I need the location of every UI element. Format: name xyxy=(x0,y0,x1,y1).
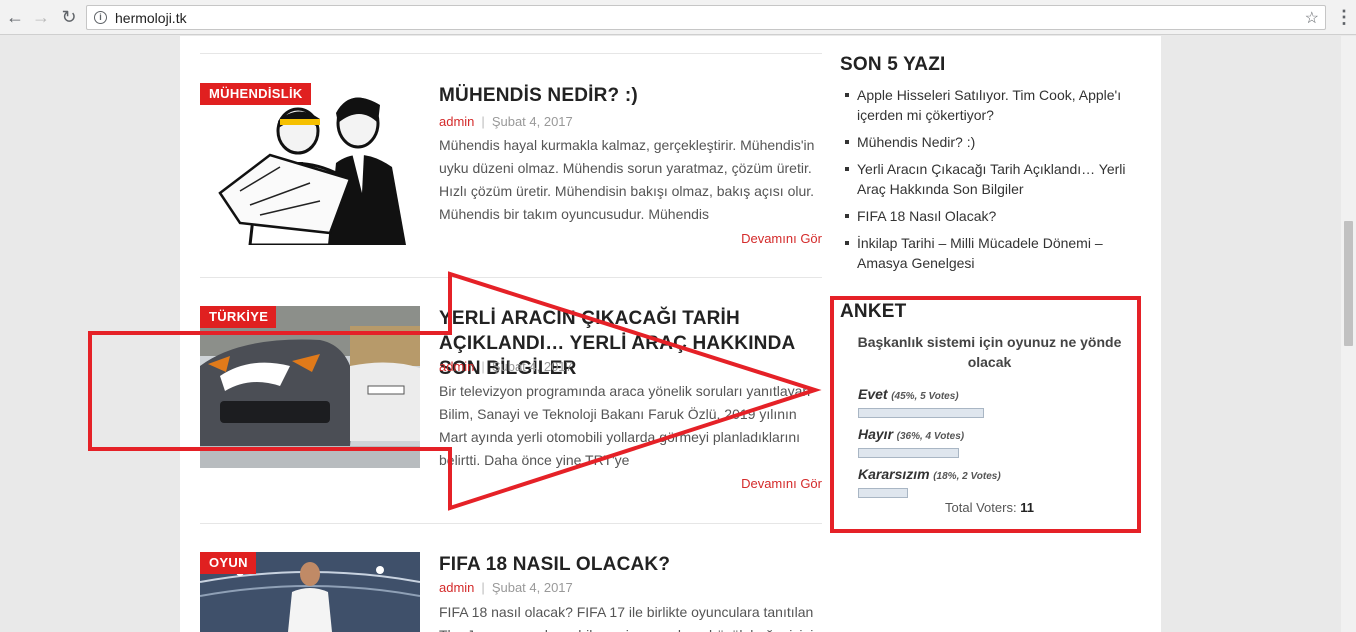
annotation-highlight-box xyxy=(830,296,1141,533)
scrollbar-thumb[interactable] xyxy=(1344,221,1353,346)
recent-posts-list: Apple Hisseleri Satılıyor. Tim Cook, App… xyxy=(845,85,1145,280)
divider xyxy=(200,277,822,278)
post-excerpt: Mühendis hayal kurmakla kalmaz, gerçekle… xyxy=(439,137,815,222)
recent-post-link[interactable]: İnkilap Tarihi – Milli Mücadele Dönemi –… xyxy=(845,233,1145,273)
meta-separator: | xyxy=(481,359,485,374)
browser-menu-icon[interactable]: ⋮ xyxy=(1335,6,1353,28)
recent-post-link[interactable]: Mühendis Nedir? :) xyxy=(845,132,1145,152)
recent-posts-title: SON 5 YAZI xyxy=(840,54,946,75)
browser-toolbar: ← → ↻ i hermoloji.tk ☆ ⋮ xyxy=(0,0,1356,35)
post-excerpt: FIFA 18 nasıl olacak? FIFA 17 ile birlik… xyxy=(439,604,814,632)
post-meta: admin | Şubat 4, 2017 xyxy=(439,359,573,374)
engineers-illustration xyxy=(200,83,420,245)
post-thumbnail[interactable]: OYUN xyxy=(200,552,420,632)
category-badge[interactable]: TÜRKİYE xyxy=(200,306,277,328)
post-thumbnail[interactable]: MÜHENDİSLİK xyxy=(200,83,420,245)
post-author[interactable]: admin xyxy=(439,580,474,595)
recent-post-link[interactable]: FIFA 18 Nasıl Olacak? xyxy=(845,206,1145,226)
bookmark-star-icon[interactable]: ☆ xyxy=(1305,8,1319,28)
post-date: Şubat 4, 2017 xyxy=(491,114,573,129)
read-more-link[interactable]: Devamını Gör xyxy=(741,476,822,491)
page-scrollbar[interactable] xyxy=(1341,36,1356,632)
back-arrow-icon[interactable]: ← xyxy=(4,6,26,28)
url-text[interactable]: hermoloji.tk xyxy=(115,10,187,26)
meta-separator: | xyxy=(481,114,485,129)
post-title[interactable]: FIFA 18 NASIL OLACAK? xyxy=(439,552,829,577)
address-bar[interactable]: i hermoloji.tk ☆ xyxy=(86,5,1326,30)
category-badge[interactable]: OYUN xyxy=(200,552,256,574)
post-title[interactable]: MÜHENDİS NEDİR? :) xyxy=(439,83,829,108)
post-thumbnail[interactable]: TÜRKİYE xyxy=(200,306,420,468)
car-photo xyxy=(200,306,420,468)
post-card: TÜRKİYE YERLİ ARACIN ÇIKACAĞI TARİH AÇIK… xyxy=(200,306,822,526)
meta-separator: | xyxy=(481,580,485,595)
post-card: MÜHENDİSLİK MÜHENDİS NEDİR? :) admin | Şub… xyxy=(200,83,822,283)
reload-icon[interactable]: ↻ xyxy=(58,6,80,28)
post-author[interactable]: admin xyxy=(439,114,474,129)
post-author[interactable]: admin xyxy=(439,359,474,374)
recent-post-link[interactable]: Yerli Aracın Çıkacağı Tarih Açıklandı… Y… xyxy=(845,159,1145,199)
post-meta: admin | Şubat 4, 2017 xyxy=(439,114,573,129)
divider xyxy=(200,523,822,524)
post-date: Şubat 4, 2017 xyxy=(491,359,573,374)
post-excerpt: Bir televizyon programında araca yönelik… xyxy=(439,383,811,468)
divider xyxy=(200,53,822,54)
info-icon[interactable]: i xyxy=(94,11,107,24)
read-more-link[interactable]: Devamını Gör xyxy=(741,231,822,246)
post-card: OYUN FIFA 18 NASIL OLACAK? admin | Şubat 4… xyxy=(200,552,822,632)
forward-arrow-icon[interactable]: → xyxy=(30,6,52,28)
category-badge[interactable]: MÜHENDİSLİK xyxy=(200,83,311,105)
post-date: Şubat 4, 2017 xyxy=(491,580,573,595)
post-meta: admin | Şubat 4, 2017 xyxy=(439,580,573,595)
recent-post-link[interactable]: Apple Hisseleri Satılıyor. Tim Cook, App… xyxy=(845,85,1145,125)
